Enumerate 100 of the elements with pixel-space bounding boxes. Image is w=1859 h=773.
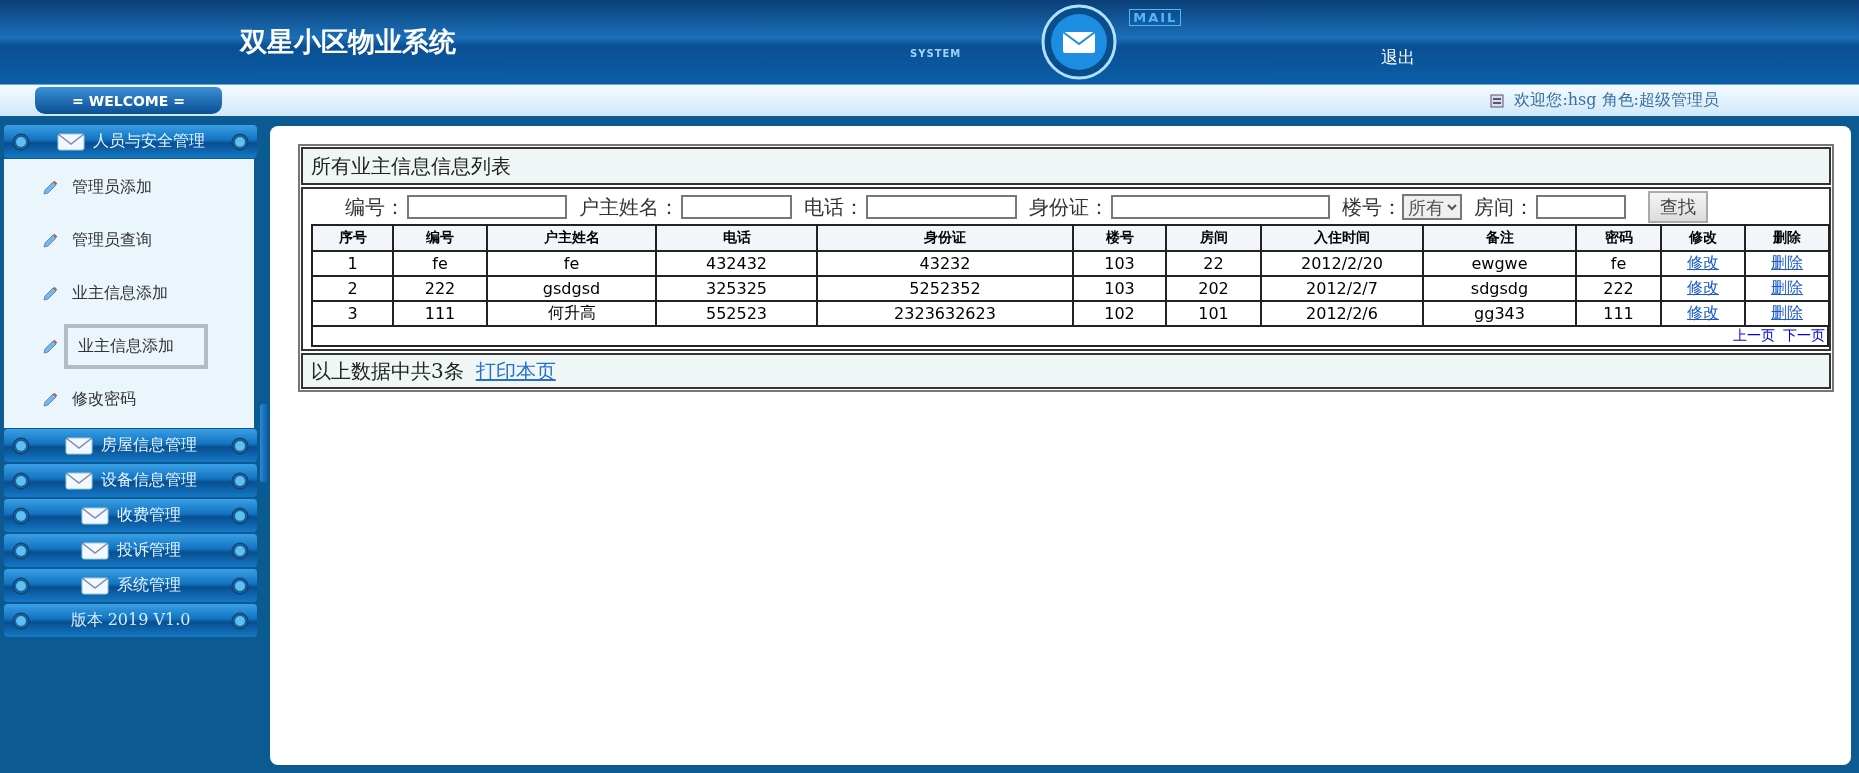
table-cell: 102: [1104, 304, 1135, 323]
table-cell: 103: [1104, 279, 1135, 298]
pencil-icon: [42, 232, 58, 249]
sidebar-item[interactable]: 管理员添加: [72, 177, 152, 198]
table-cell: 2012/2/6: [1306, 304, 1378, 323]
knob-icon: [231, 471, 249, 490]
group-label: 设备信息管理: [100, 470, 197, 491]
table-cell: 552523: [705, 304, 768, 323]
pencil-icon: [42, 391, 58, 408]
envelope-icon: [56, 132, 85, 151]
column-header: 编号: [393, 225, 487, 251]
field-label: 房间：: [1474, 193, 1534, 221]
knob-icon: [12, 436, 30, 455]
table-cell: sdgsdg: [1470, 279, 1529, 298]
group-label: 投诉管理: [116, 540, 181, 561]
column-header: 户主姓名: [487, 225, 656, 251]
pencil-icon: [42, 285, 58, 302]
knob-icon: [231, 611, 249, 630]
table-cell: 222: [424, 279, 456, 298]
table-cell: 3: [347, 304, 358, 323]
banner-label: SYSTEM: [910, 47, 962, 59]
column-header: 备注: [1423, 225, 1576, 251]
print-link[interactable]: 打印本页: [475, 357, 556, 385]
sidebar-item[interactable]: 业主信息添加: [64, 324, 208, 369]
banner-label: MAIL: [1129, 8, 1182, 26]
search-field[interactable]: [866, 195, 1017, 219]
column-header: 身份证: [817, 225, 1073, 251]
knob-icon: [12, 471, 30, 490]
table-cell: 325325: [705, 279, 768, 298]
knob-icon: [231, 541, 249, 560]
table-cell: gsdgsd: [542, 279, 601, 298]
pager-link[interactable]: 下一页: [1783, 327, 1825, 345]
table-cell: 103: [1104, 254, 1135, 273]
envelope-icon: [64, 471, 93, 490]
table-cell: 2323632623: [894, 304, 996, 323]
pencil-icon: [42, 179, 58, 196]
search-field[interactable]: [1536, 195, 1626, 219]
envelope-icon: [80, 541, 109, 560]
table-cell: 2012/2/7: [1306, 279, 1378, 298]
menu-group-header[interactable]: 人员与安全管理: [4, 125, 257, 158]
table-cell: 2012/2/20: [1300, 254, 1383, 273]
column-header: 序号: [312, 225, 393, 251]
column-header: 房间: [1166, 225, 1261, 251]
knob-icon: [12, 576, 30, 595]
menu-group-header[interactable]: 设备信息管理: [4, 464, 257, 497]
knob-icon: [12, 506, 30, 525]
field-label: 电话：: [804, 193, 864, 221]
search-field[interactable]: [681, 195, 792, 219]
user-greeting: 欢迎您:hsg 角色:超级管理员: [1514, 90, 1719, 111]
table-cell: 432432: [705, 254, 768, 273]
knob-icon: [231, 506, 249, 525]
monitor-icon: [1490, 93, 1505, 108]
version-label: 版本 2019 V1.0: [69, 610, 192, 631]
envelope-icon: [64, 436, 93, 455]
knob-icon: [12, 132, 30, 151]
menu-group-header[interactable]: 房屋信息管理: [4, 429, 257, 462]
table-cell: 22: [1203, 254, 1224, 273]
menu-group-header[interactable]: 系统管理: [4, 569, 257, 602]
field-label: 楼号：: [1342, 193, 1402, 221]
group-label: 房屋信息管理: [100, 435, 197, 456]
table-cell: fe: [1610, 254, 1627, 273]
table-cell: gg343: [1474, 304, 1525, 323]
sidebar-item[interactable]: 管理员查询: [72, 230, 152, 251]
sidebar-item[interactable]: 业主信息添加: [72, 283, 168, 304]
table-cell: 111: [424, 304, 456, 323]
field-label: 户主姓名：: [579, 193, 679, 221]
table-cell: fe: [563, 254, 580, 273]
column-header: 楼号: [1073, 225, 1166, 251]
list-title: 所有业主信息信息列表: [311, 152, 511, 180]
table-cell: 2: [347, 279, 358, 298]
column-header: 密码: [1576, 225, 1661, 251]
group-label: 系统管理: [116, 575, 181, 596]
envelope-icon: [80, 576, 109, 595]
record-count: 以上数据中共3条: [311, 357, 464, 385]
column-header: 删除: [1745, 225, 1829, 251]
search-button[interactable]: 查找: [1648, 191, 1708, 223]
knob-icon: [231, 132, 249, 151]
search-field[interactable]: [407, 195, 567, 219]
menu-group-header[interactable]: 收费管理: [4, 499, 257, 532]
envelope-icon: [80, 506, 109, 525]
table-cell: 111: [1603, 304, 1634, 323]
table-cell: 222: [1603, 279, 1634, 298]
table-cell: 5252352: [909, 279, 981, 298]
menu-group-header[interactable]: 投诉管理: [4, 534, 257, 567]
group-label: 收费管理: [116, 505, 181, 526]
field-label: 身份证：: [1029, 193, 1109, 221]
pager-link[interactable]: 上一页: [1733, 327, 1775, 345]
knob-icon: [231, 436, 249, 455]
knob-icon: [12, 541, 30, 560]
column-header: 电话: [656, 225, 817, 251]
column-header: 入住时间: [1261, 225, 1423, 251]
knob-icon: [12, 611, 30, 630]
scroll-handle[interactable]: [260, 404, 268, 482]
table-cell: fe: [432, 254, 448, 273]
logout-link[interactable]: 退出: [1381, 45, 1416, 69]
building-select[interactable]: 所有: [1402, 194, 1462, 220]
table-cell: 101: [1198, 304, 1229, 323]
sidebar-item[interactable]: 修改密码: [72, 389, 136, 410]
search-field[interactable]: [1111, 195, 1330, 219]
table-cell: 何升高: [547, 303, 596, 322]
